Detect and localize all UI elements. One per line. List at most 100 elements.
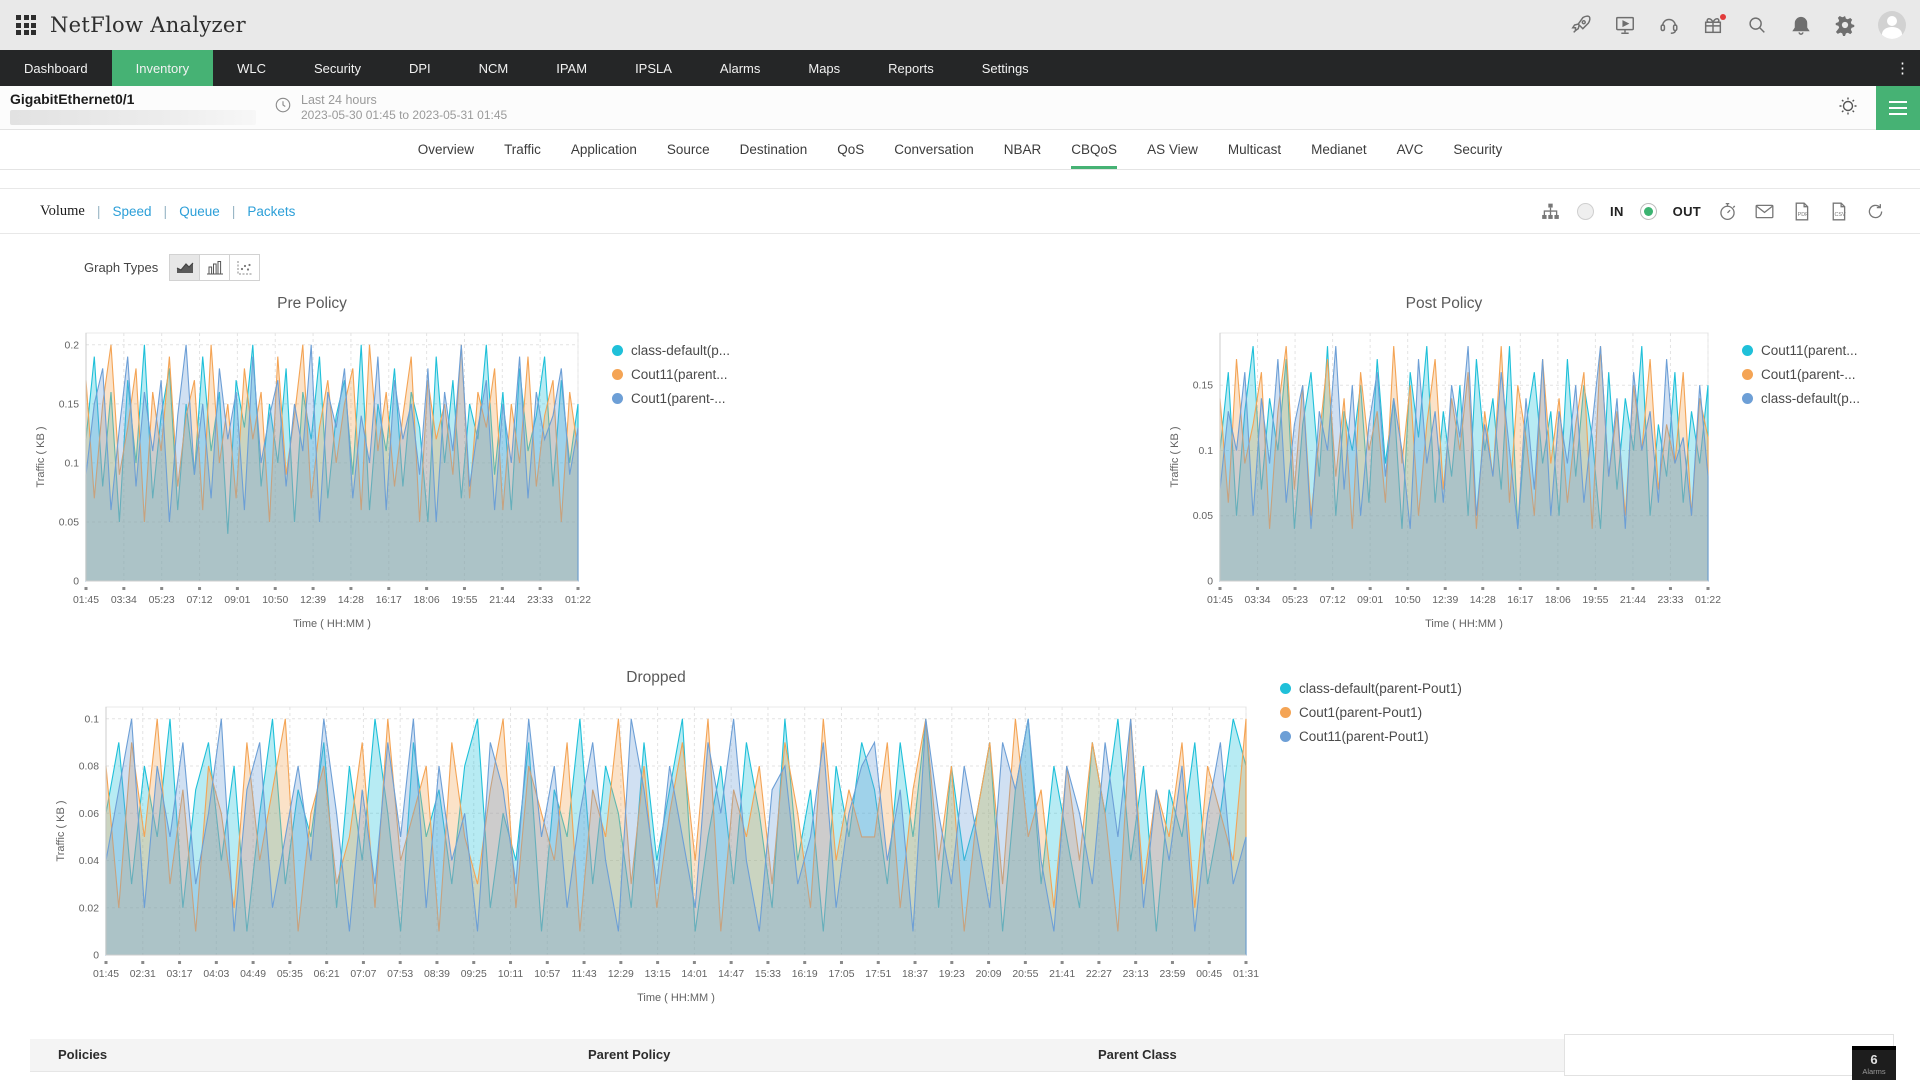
app-title: NetFlow Analyzer (50, 13, 246, 37)
nav-item-security[interactable]: Security (290, 50, 385, 86)
whats-new-gift-icon[interactable] (1702, 14, 1724, 36)
sub-header: GigabitEthernet0/1 Last 24 hours 2023-05… (0, 86, 1920, 130)
svg-text:0: 0 (1207, 577, 1213, 588)
svg-text:21:41: 21:41 (1049, 969, 1075, 980)
nav-item-ipam[interactable]: IPAM (532, 50, 611, 86)
nav-item-wlc[interactable]: WLC (213, 50, 290, 86)
legend-item-cout1-parent-pout1[interactable]: Cout1(parent-Pout1) (1280, 705, 1462, 720)
tab-application[interactable]: Application (571, 130, 637, 169)
nav-item-reports[interactable]: Reports (864, 50, 958, 86)
user-avatar[interactable] (1878, 11, 1906, 39)
view-link-volume[interactable]: Volume (40, 203, 85, 220)
tab-qos[interactable]: QoS (837, 130, 864, 169)
alarms-badge[interactable]: 6 Alarms (1852, 1046, 1896, 1080)
svg-text:10:57: 10:57 (534, 969, 560, 980)
legend-item-cout11-parent-pout1[interactable]: Cout11(parent-Pout1) (1280, 729, 1462, 744)
insights-bulb-icon[interactable] (1836, 94, 1860, 123)
tab-avc[interactable]: AVC (1397, 130, 1424, 169)
legend-label: class-default(p... (1761, 391, 1860, 406)
export-csv-icon[interactable]: CSV (1828, 201, 1849, 222)
view-link-speed[interactable]: Speed (113, 204, 152, 219)
tab-cbqos[interactable]: CBQoS (1071, 130, 1117, 169)
demo-video-icon[interactable] (1614, 14, 1636, 36)
svg-text:14:28: 14:28 (1470, 595, 1496, 606)
tab-destination[interactable]: Destination (740, 130, 808, 169)
graph-types-label: Graph Types (84, 260, 158, 275)
nav-item-alarms[interactable]: Alarms (696, 50, 784, 86)
export-pdf-icon[interactable]: PDF (1791, 201, 1812, 222)
svg-text:07:12: 07:12 (187, 595, 213, 606)
svg-text:15:33: 15:33 (755, 969, 781, 980)
pre-policy-chart-block: Pre Policy00.050.10.150.201:4503:3405:23… (30, 295, 730, 643)
tab-security[interactable]: Security (1453, 130, 1502, 169)
svg-text:0.15: 0.15 (59, 399, 79, 410)
topology-tree-icon[interactable] (1540, 201, 1561, 222)
view-link-queue[interactable]: Queue (179, 204, 220, 219)
nav-overflow-menu-icon[interactable]: ⋮ (1895, 50, 1910, 86)
search-icon[interactable] (1746, 14, 1768, 36)
svg-text:09:01: 09:01 (224, 595, 250, 606)
legend-item-cout11-parent[interactable]: Cout11(parent... (612, 367, 730, 382)
nav-item-dpi[interactable]: DPI (385, 50, 455, 86)
tab-conversation[interactable]: Conversation (894, 130, 974, 169)
nav-item-ncm[interactable]: NCM (455, 50, 533, 86)
svg-text:05:35: 05:35 (277, 969, 303, 980)
graph-type-scatter-button[interactable] (229, 254, 260, 281)
tab-traffic[interactable]: Traffic (504, 130, 541, 169)
view-separator: | (97, 203, 101, 219)
interface-subtitle-redacted (10, 110, 256, 125)
graph-type-area-button[interactable] (169, 254, 200, 281)
svg-text:0.1: 0.1 (85, 714, 100, 725)
support-headset-icon[interactable] (1658, 14, 1680, 36)
svg-text:08:39: 08:39 (424, 969, 450, 980)
tab-as-view[interactable]: AS View (1147, 130, 1198, 169)
nav-item-settings[interactable]: Settings (958, 50, 1053, 86)
legend-label: Cout1(parent-... (631, 391, 726, 406)
nav-item-dashboard[interactable]: Dashboard (0, 50, 112, 86)
nav-item-ipsla[interactable]: IPSLA (611, 50, 696, 86)
legend-dot (612, 345, 623, 356)
tab-medianet[interactable]: Medianet (1311, 130, 1367, 169)
gift-notification-dot (1720, 14, 1726, 20)
tab-overview[interactable]: Overview (418, 130, 474, 169)
netflow-analyzer-screen: NetFlow Analyzer (0, 0, 1920, 1080)
panel-menu-button[interactable] (1876, 86, 1920, 130)
tab-multicast[interactable]: Multicast (1228, 130, 1281, 169)
legend-item-class-default-parent-pout1[interactable]: class-default(parent-Pout1) (1280, 681, 1462, 696)
chart-title-pre-policy: Pre Policy (30, 295, 594, 313)
legend-label: class-default(p... (631, 343, 730, 358)
tab-source[interactable]: Source (667, 130, 710, 169)
legend-item-class-default-p[interactable]: class-default(p... (1742, 391, 1860, 406)
notifications-bell-icon[interactable] (1790, 14, 1812, 36)
time-range-selector[interactable]: Last 24 hours 2023-05-30 01:45 to 2023-0… (274, 93, 507, 123)
post-policy-chart-block: Post Policy00.050.10.1501:4503:3405:2307… (1164, 295, 1860, 643)
svg-text:07:53: 07:53 (387, 969, 413, 980)
refresh-icon[interactable] (1865, 201, 1886, 222)
schedule-stopwatch-icon[interactable] (1717, 201, 1738, 222)
app-grid-icon[interactable] (16, 15, 36, 35)
legend-item-cout1-parent[interactable]: Cout1(parent-... (1742, 367, 1860, 382)
legend-label: class-default(parent-Pout1) (1299, 681, 1462, 696)
direction-in-radio[interactable] (1577, 203, 1594, 220)
svg-text:Time ( HH:MM ): Time ( HH:MM ) (637, 992, 715, 1004)
legend-item-cout11-parent[interactable]: Cout11(parent... (1742, 343, 1860, 358)
pre-policy-chart-svg: 00.050.10.150.201:4503:3405:2307:1209:01… (30, 319, 594, 643)
nav-item-maps[interactable]: Maps (784, 50, 864, 86)
legend-item-cout1-parent[interactable]: Cout1(parent-... (612, 391, 730, 406)
tab-nbar[interactable]: NBAR (1004, 130, 1042, 169)
svg-text:23:59: 23:59 (1159, 969, 1185, 980)
time-range-detail: 2023-05-30 01:45 to 2023-05-31 01:45 (301, 108, 507, 123)
graph-type-bar-button[interactable] (199, 254, 230, 281)
svg-text:0.02: 0.02 (79, 903, 99, 914)
legend-item-class-default-p[interactable]: class-default(p... (612, 343, 730, 358)
nav-item-inventory[interactable]: Inventory (112, 50, 213, 86)
svg-text:18:06: 18:06 (1545, 595, 1571, 606)
view-link-packets[interactable]: Packets (247, 204, 295, 219)
direction-out-radio[interactable] (1640, 203, 1657, 220)
legend-label: Cout11(parent... (631, 367, 728, 382)
settings-gear-icon[interactable] (1834, 14, 1856, 36)
legend-dot (612, 393, 623, 404)
svg-text:17:51: 17:51 (865, 969, 891, 980)
email-report-icon[interactable] (1754, 201, 1775, 222)
rocket-icon[interactable] (1570, 14, 1592, 36)
